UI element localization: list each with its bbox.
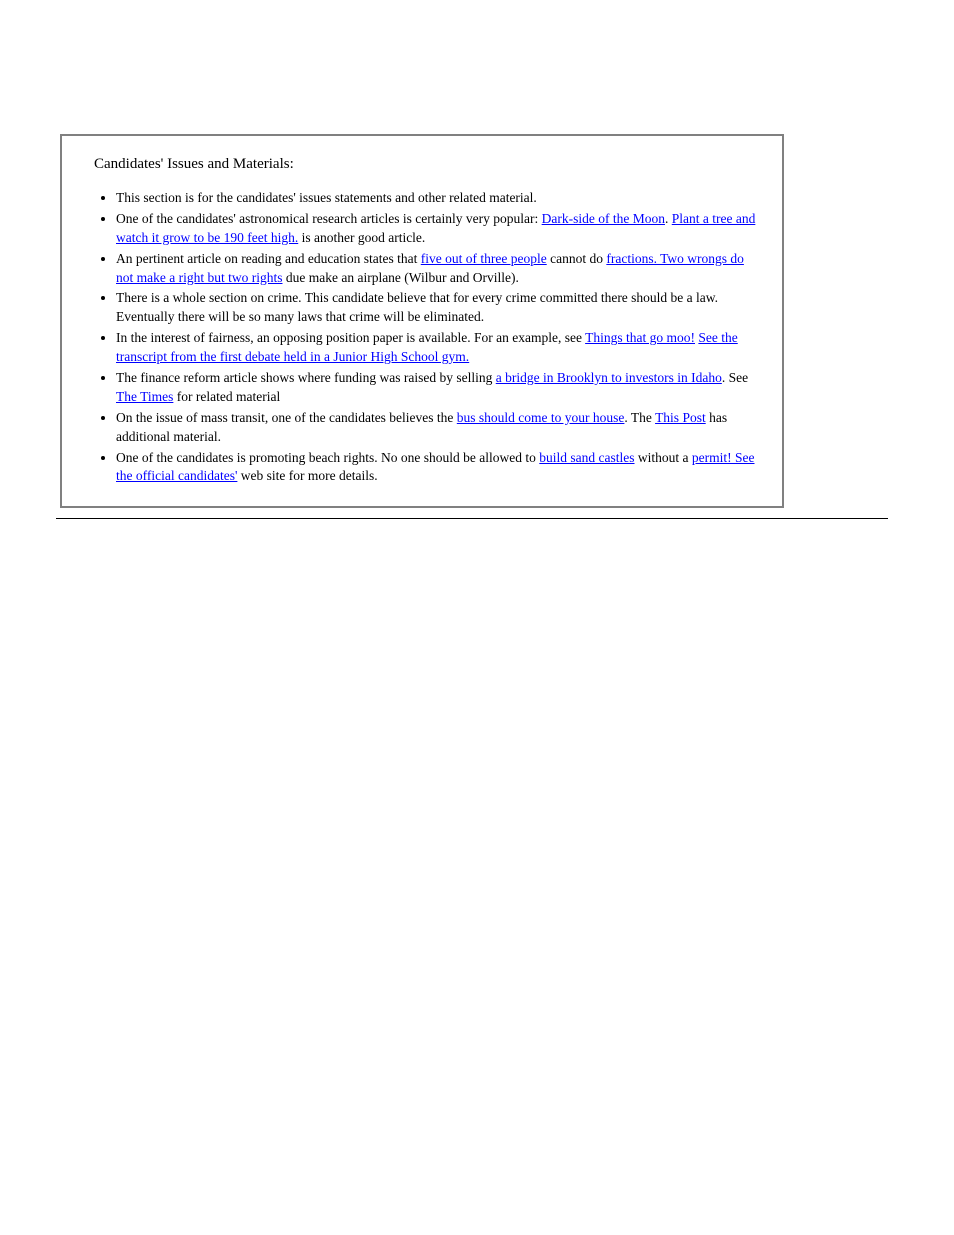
content-link[interactable]: Dark-side of the Moon xyxy=(542,211,665,226)
content-text: web site for more details. xyxy=(237,468,377,483)
content-text: . The xyxy=(624,410,655,425)
candidates-box: Candidates' Issues and Materials: This s… xyxy=(60,134,784,508)
content-text: On the issue of mass transit, one of the… xyxy=(116,410,457,425)
content-text: The finance reform article shows where f… xyxy=(116,370,496,385)
content-link[interactable]: bus should come to your house xyxy=(457,410,625,425)
content-link[interactable]: build sand castles xyxy=(539,450,634,465)
content-text: is another good article. xyxy=(298,230,425,245)
candidates-list: This section is for the candidates' issu… xyxy=(94,189,764,486)
content-text: . See xyxy=(722,370,748,385)
content-link[interactable]: five out of three people xyxy=(421,251,547,266)
content-text: cannot do xyxy=(547,251,607,266)
content-text: One of the candidates is promoting beach… xyxy=(116,450,539,465)
content-link[interactable]: The Times xyxy=(116,389,173,404)
content-link[interactable]: Things that go moo! xyxy=(585,330,695,345)
content-text: In the interest of fairness, an opposing… xyxy=(116,330,585,345)
content-text: This section is for the candidates' issu… xyxy=(116,190,537,205)
list-item: One of the candidates' astronomical rese… xyxy=(116,210,764,248)
list-item: This section is for the candidates' issu… xyxy=(116,189,764,208)
content-text: There is a whole section on crime. This … xyxy=(116,290,718,324)
list-item: In the interest of fairness, an opposing… xyxy=(116,329,764,367)
content-link[interactable]: This Post xyxy=(655,410,706,425)
content-text: due make an airplane (Wilbur and Orville… xyxy=(282,270,518,285)
horizontal-rule xyxy=(56,518,888,519)
list-item: There is a whole section on crime. This … xyxy=(116,289,764,327)
list-item: One of the candidates is promoting beach… xyxy=(116,449,764,487)
list-item: The finance reform article shows where f… xyxy=(116,369,764,407)
box-title: Candidates' Issues and Materials: xyxy=(94,156,764,173)
content-text: for related material xyxy=(173,389,280,404)
content-text: An pertinent article on reading and educ… xyxy=(116,251,421,266)
content-text: without a xyxy=(635,450,692,465)
list-item: An pertinent article on reading and educ… xyxy=(116,250,764,288)
list-item: On the issue of mass transit, one of the… xyxy=(116,409,764,447)
content-text: . xyxy=(665,211,672,226)
content-text: One of the candidates' astronomical rese… xyxy=(116,211,542,226)
content-link[interactable]: a bridge in Brooklyn to investors in Ida… xyxy=(496,370,722,385)
